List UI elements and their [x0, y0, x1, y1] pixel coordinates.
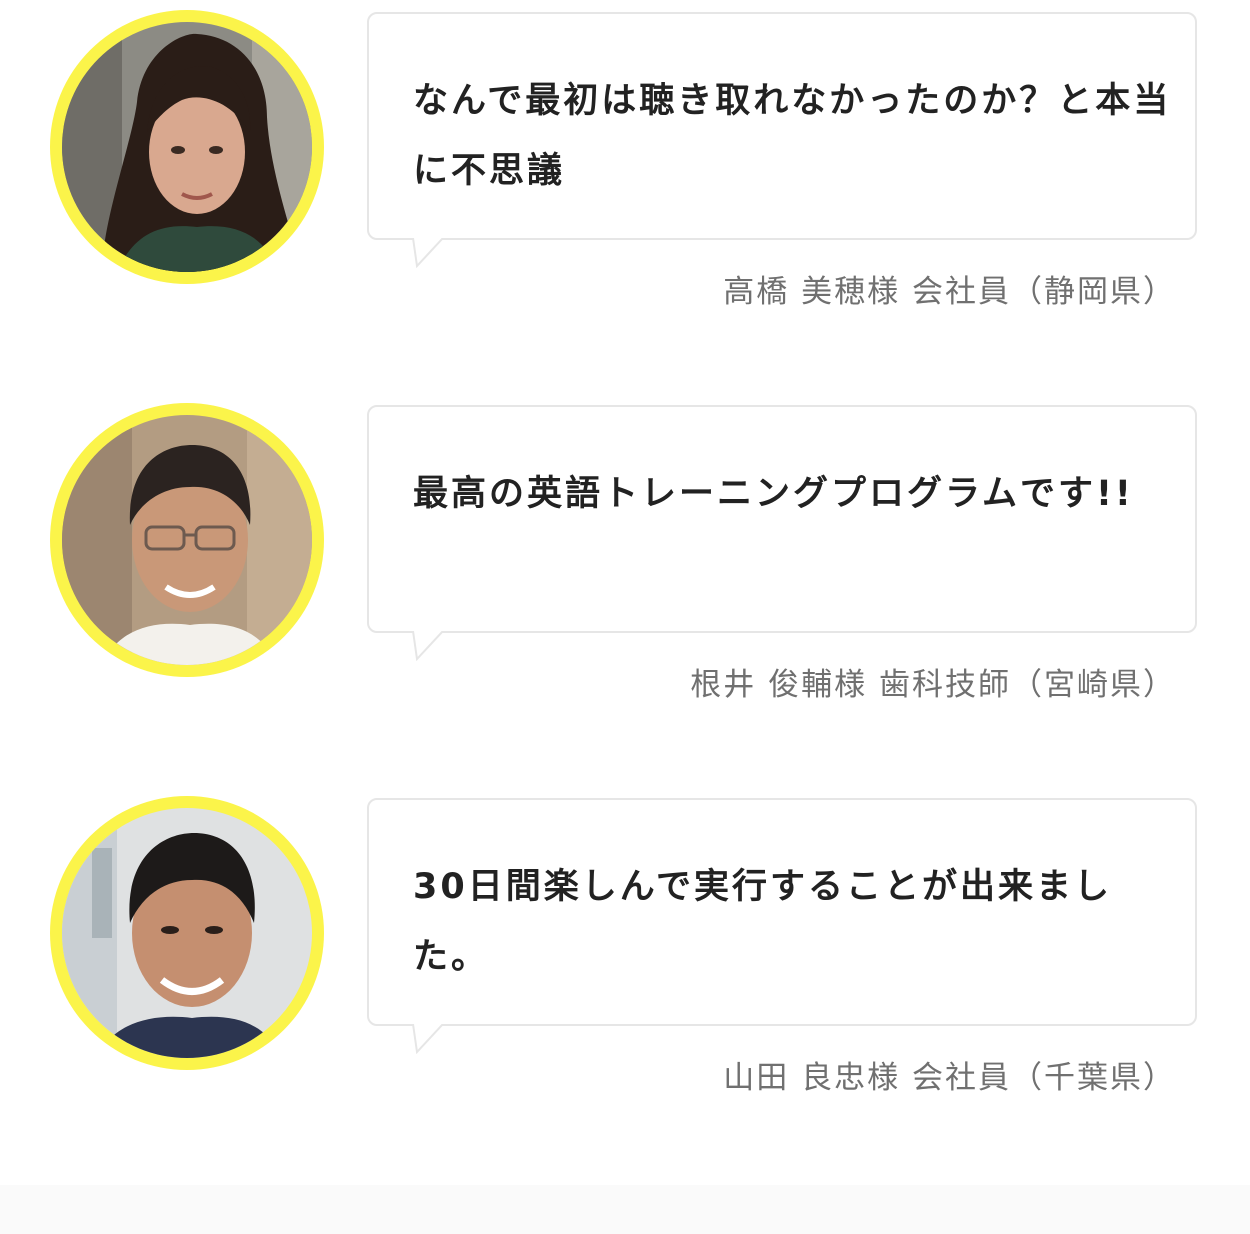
quote-bubble: なんで最初は聴き取れなかったのか？と本当に不思議: [367, 12, 1197, 268]
testimonial-attribution: 根井 俊輔様 歯科技師（宮崎県）: [690, 667, 1176, 703]
testimonial-card: 30日間楽しんで実行することが出来ました。 山田 良忠様 会社員（千葉県）: [0, 786, 1250, 1106]
man-glasses-portrait-image: [62, 415, 312, 665]
testimonial-attribution: 山田 良忠様 会社員（千葉県）: [723, 1060, 1176, 1096]
avatar-ring: [50, 796, 324, 1070]
testimonial-attribution: 高橋 美穂様 会社員（静岡県）: [723, 274, 1176, 310]
testimonial-quote: なんで最初は聴き取れなかったのか？と本当に不思議: [413, 81, 1172, 191]
bubble-tail: [412, 631, 444, 661]
testimonial-card: 最高の英語トレーニングプログラムです!! 根井 俊輔様 歯科技師（宮崎県）: [0, 393, 1250, 713]
avatar-ring: [50, 10, 324, 284]
quote-bubble: 30日間楽しんで実行することが出来ました。: [367, 798, 1197, 1054]
testimonial-quote: 最高の英語トレーニングプログラムです!!: [413, 474, 1134, 514]
avatar-ring: [50, 403, 324, 677]
woman-portrait-image: [62, 22, 312, 272]
bubble-tail: [412, 238, 444, 268]
testimonial-card: なんで最初は聴き取れなかったのか？と本当に不思議 高橋 美穂様 会社員（静岡県）: [0, 0, 1250, 320]
quote-bubble: 最高の英語トレーニングプログラムです!!: [367, 405, 1197, 661]
man-smiling-portrait-image: [62, 808, 312, 1058]
page-footer-band: [0, 1185, 1250, 1234]
testimonial-quote: 30日間楽しんで実行することが出来ました。: [413, 867, 1112, 977]
avatar-photo: [62, 22, 312, 272]
avatar-photo: [62, 808, 312, 1058]
bubble-tail: [412, 1024, 444, 1054]
avatar-photo: [62, 415, 312, 665]
